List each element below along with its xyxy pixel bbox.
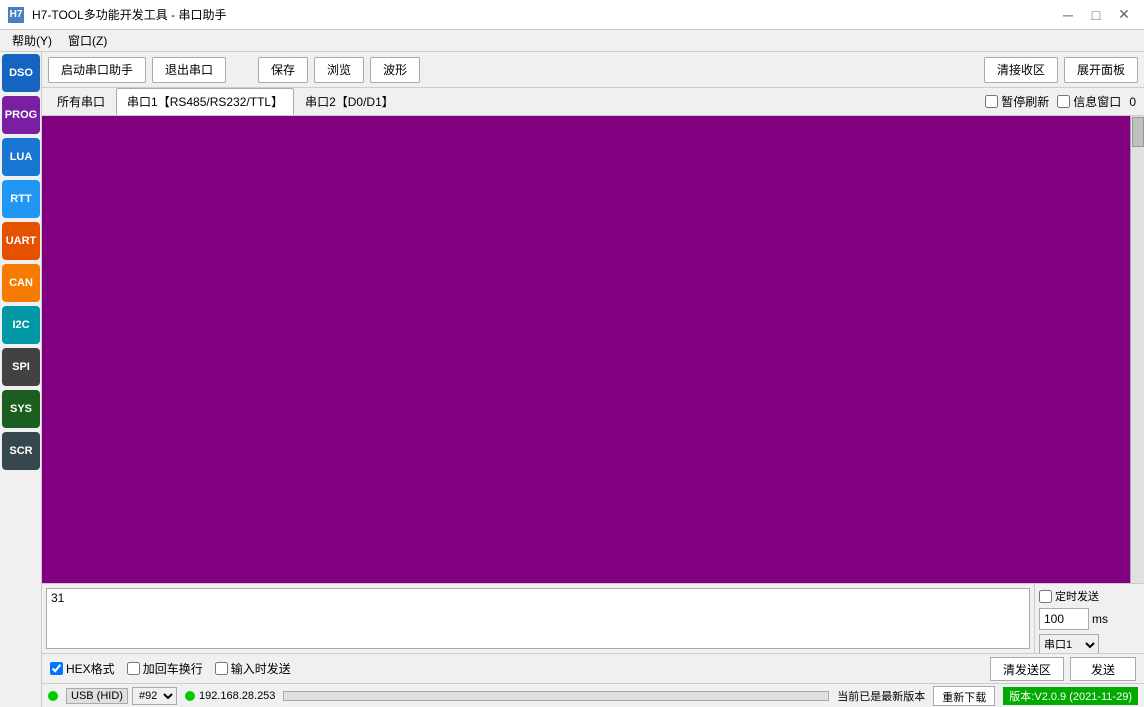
title-bar: H7 H7-TOOL多功能开发工具 - 串口助手 ─ □ ✕ bbox=[0, 0, 1144, 30]
status-bar: USB (HID) #92 192.168.28.253 当前已是最新版本 重新… bbox=[42, 683, 1144, 707]
title-controls: ─ □ ✕ bbox=[1056, 5, 1136, 25]
input-textarea[interactable] bbox=[46, 588, 1030, 649]
newline-label[interactable]: 加回车换行 bbox=[143, 660, 203, 677]
sidebar-btn-i2c[interactable]: I2C bbox=[2, 306, 40, 344]
menu-window[interactable]: 窗口(Z) bbox=[60, 30, 115, 51]
options-right: 清发送区 发送 bbox=[990, 657, 1136, 681]
sidebar-btn-sys[interactable]: SYS bbox=[2, 390, 40, 428]
title-bar-left: H7 H7-TOOL多功能开发工具 - 串口助手 bbox=[8, 6, 226, 23]
input-area: 定时发送 ms 串口1 串口2 bbox=[42, 583, 1144, 653]
scrollbar-vertical[interactable] bbox=[1130, 116, 1144, 583]
ip-address: 192.168.28.253 bbox=[199, 690, 275, 702]
save-button[interactable]: 保存 bbox=[258, 57, 308, 83]
pause-refresh-checkbox[interactable] bbox=[985, 95, 998, 108]
input-side-panel: 定时发送 ms 串口1 串口2 bbox=[1034, 584, 1144, 653]
tab-bar: 所有串口 串口1【RS485/RS232/TTL】 串口2【D0/D1】 暂停刷… bbox=[42, 88, 1144, 116]
ms-value-input[interactable] bbox=[1039, 608, 1089, 630]
app-title: H7-TOOL多功能开发工具 - 串口助手 bbox=[32, 6, 226, 23]
send-on-input-group: 输入时发送 bbox=[215, 660, 291, 677]
tab-port1[interactable]: 串口1【RS485/RS232/TTL】 bbox=[116, 88, 294, 115]
app-icon: H7 bbox=[8, 7, 24, 23]
sidebar: DSO PROG LUA RTT UART CAN I2C SPI SYS SC… bbox=[0, 52, 42, 707]
pause-refresh-label[interactable]: 暂停刷新 bbox=[1001, 93, 1049, 110]
browse-button[interactable]: 浏览 bbox=[314, 57, 364, 83]
tab-bar-right: 暂停刷新 信息窗口 0 bbox=[985, 93, 1140, 110]
expand-panel-button[interactable]: 展开面板 bbox=[1064, 57, 1138, 83]
input-textarea-wrap bbox=[42, 584, 1034, 653]
hex-format-checkbox[interactable] bbox=[50, 662, 63, 675]
ms-row: ms bbox=[1039, 608, 1140, 630]
send-button[interactable]: 发送 bbox=[1070, 657, 1136, 681]
exit-serial-button[interactable]: 退出串口 bbox=[152, 57, 226, 83]
waveform-button[interactable]: 波形 bbox=[370, 57, 420, 83]
menu-bar: 帮助(Y) 窗口(Z) bbox=[0, 30, 1144, 52]
display-area bbox=[42, 116, 1144, 583]
sidebar-btn-scr[interactable]: SCR bbox=[2, 432, 40, 470]
usb-status: USB (HID) #92 bbox=[66, 687, 177, 705]
clear-send-button[interactable]: 清发送区 bbox=[990, 657, 1064, 681]
tab-all-ports[interactable]: 所有串口 bbox=[46, 88, 116, 115]
timed-send-row: 定时发送 bbox=[1039, 588, 1140, 604]
clear-recv-button[interactable]: 清接收区 bbox=[984, 57, 1058, 83]
status-message: 当前已是最新版本 bbox=[837, 688, 925, 704]
usb-label: USB (HID) bbox=[66, 688, 128, 704]
main-layout: DSO PROG LUA RTT UART CAN I2C SPI SYS SC… bbox=[0, 52, 1144, 707]
start-serial-button[interactable]: 启动串口助手 bbox=[48, 57, 146, 83]
timed-send-label[interactable]: 定时发送 bbox=[1055, 588, 1099, 604]
pause-refresh-group: 暂停刷新 bbox=[985, 93, 1049, 110]
minimize-button[interactable]: ─ bbox=[1056, 5, 1080, 25]
sidebar-btn-lua[interactable]: LUA bbox=[2, 138, 40, 176]
close-button[interactable]: ✕ bbox=[1112, 5, 1136, 25]
send-on-input-checkbox[interactable] bbox=[215, 662, 228, 675]
sidebar-btn-prog[interactable]: PROG bbox=[2, 96, 40, 134]
timed-send-checkbox[interactable] bbox=[1039, 590, 1052, 603]
hex-format-label[interactable]: HEX格式 bbox=[66, 660, 115, 677]
maximize-button[interactable]: □ bbox=[1084, 5, 1108, 25]
sidebar-btn-rtt[interactable]: RTT bbox=[2, 180, 40, 218]
tab-port2[interactable]: 串口2【D0/D1】 bbox=[294, 88, 405, 115]
version-badge: 版本:V2.0.9 (2021-11-29) bbox=[1003, 687, 1138, 705]
redownload-button[interactable]: 重新下载 bbox=[933, 686, 995, 706]
menu-help[interactable]: 帮助(Y) bbox=[4, 30, 60, 51]
sidebar-btn-dso[interactable]: DSO bbox=[2, 54, 40, 92]
scrollbar-thumb[interactable] bbox=[1132, 117, 1144, 147]
toolbar: 启动串口助手 退出串口 保存 浏览 波形 清接收区 展开面板 bbox=[42, 52, 1144, 88]
hex-format-group: HEX格式 bbox=[50, 660, 115, 677]
sidebar-btn-uart[interactable]: UART bbox=[2, 222, 40, 260]
port-num-select[interactable]: #92 bbox=[132, 687, 177, 705]
newline-checkbox[interactable] bbox=[127, 662, 140, 675]
ip-status-indicator bbox=[185, 691, 195, 701]
recv-count: 0 bbox=[1129, 95, 1136, 109]
info-window-checkbox[interactable] bbox=[1057, 95, 1070, 108]
sidebar-btn-can[interactable]: CAN bbox=[2, 264, 40, 302]
options-bar: HEX格式 加回车换行 输入时发送 清发送区 发送 bbox=[42, 653, 1144, 683]
ip-status: 192.168.28.253 bbox=[185, 690, 275, 702]
content-area: 启动串口助手 退出串口 保存 浏览 波形 清接收区 展开面板 所有串口 串口1【… bbox=[42, 52, 1144, 707]
ms-label: ms bbox=[1092, 612, 1108, 626]
sidebar-btn-spi[interactable]: SPI bbox=[2, 348, 40, 386]
newline-group: 加回车换行 bbox=[127, 660, 203, 677]
usb-status-indicator bbox=[48, 691, 58, 701]
info-window-label[interactable]: 信息窗口 bbox=[1073, 93, 1121, 110]
send-on-input-label[interactable]: 输入时发送 bbox=[231, 660, 291, 677]
progress-bar bbox=[283, 691, 829, 701]
info-window-group: 信息窗口 bbox=[1057, 93, 1121, 110]
